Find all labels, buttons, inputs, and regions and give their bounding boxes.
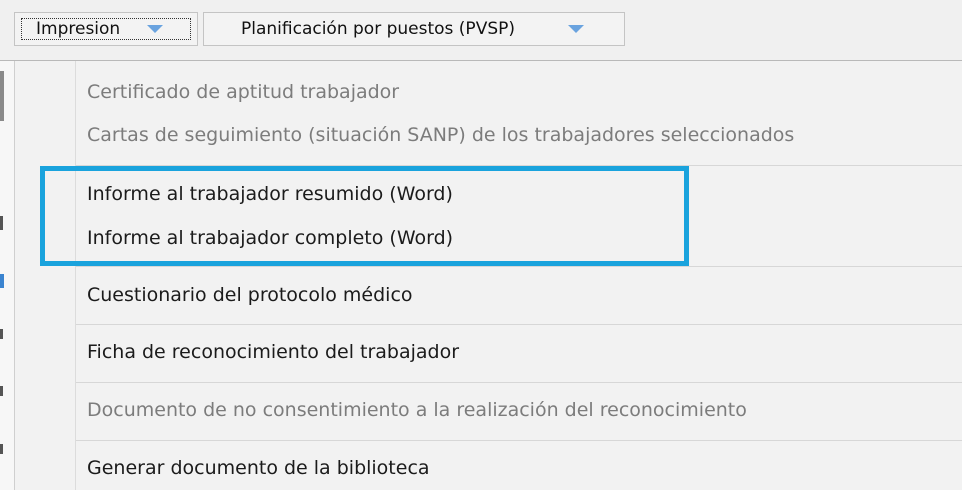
text-fragment xyxy=(0,216,3,230)
planificacion-label: Planificación por puestos (PVSP) xyxy=(241,19,515,39)
menu-item-ficha-reconocimiento[interactable]: Ficha de reconocimiento del trabajador xyxy=(87,341,459,363)
text-fragment xyxy=(0,444,3,454)
text-fragment xyxy=(0,386,3,396)
menu-item-certificado-aptitud[interactable]: Certificado de aptitud trabajador xyxy=(87,81,399,103)
menu-icon-gutter-divider xyxy=(75,61,76,490)
text-fragment xyxy=(0,329,3,339)
scrollbar-fragment xyxy=(0,71,4,121)
menu-separator xyxy=(76,266,962,267)
background-window-edge xyxy=(0,61,14,490)
menu-separator xyxy=(76,440,962,441)
menu-item-cartas-seguimiento[interactable]: Cartas de seguimiento (situación SANP) d… xyxy=(87,124,794,146)
chevron-down-icon xyxy=(568,25,584,33)
menu-separator xyxy=(76,382,962,383)
menu-item-documento-no-consentimiento[interactable]: Documento de no consentimiento a la real… xyxy=(87,399,747,421)
menu-item-cuestionario-protocolo[interactable]: Cuestionario del protocolo médico xyxy=(87,284,413,306)
highlight-box xyxy=(40,166,689,266)
menu-separator xyxy=(76,324,962,325)
menu-item-generar-documento-biblioteca[interactable]: Generar documento de la biblioteca xyxy=(87,457,430,479)
impresion-label: Impresion xyxy=(36,19,121,39)
impresion-dropdown-button[interactable]: Impresion xyxy=(14,12,198,46)
toolbar: Impresion Planificación por puestos (PVS… xyxy=(0,0,962,61)
planificacion-dropdown-button[interactable]: Planificación por puestos (PVSP) xyxy=(203,12,625,46)
chevron-down-icon xyxy=(147,25,163,33)
selection-fragment xyxy=(0,274,4,288)
impresion-dropdown-menu: Certificado de aptitud trabajador Cartas… xyxy=(14,61,962,490)
